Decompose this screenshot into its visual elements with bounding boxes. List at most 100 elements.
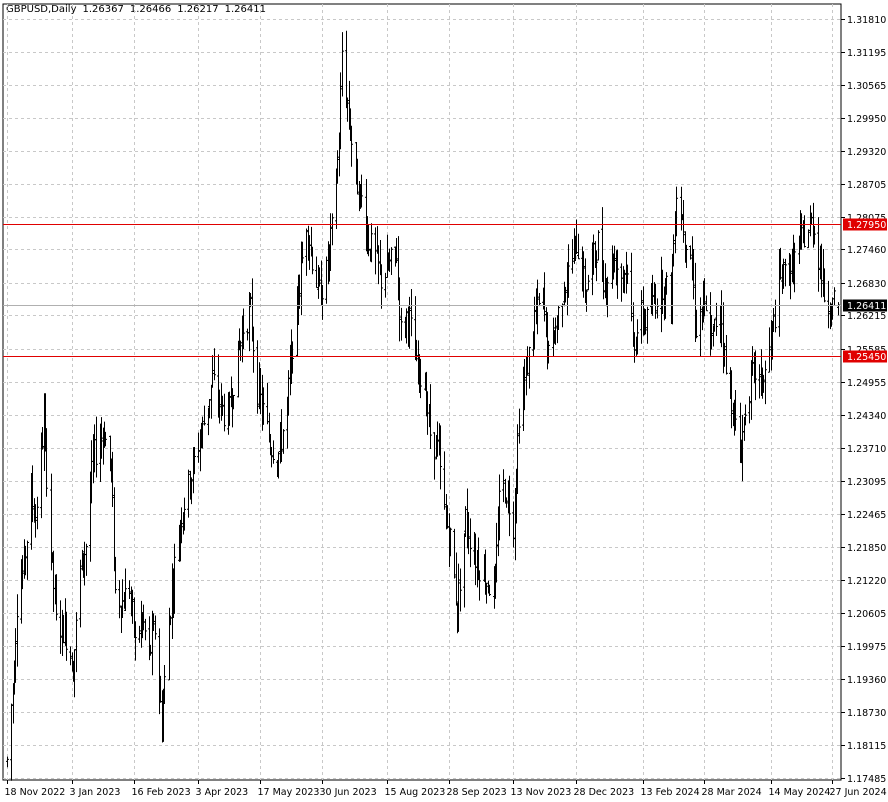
price-bar	[748, 396, 751, 424]
price-bar	[459, 568, 462, 612]
price-bar	[26, 540, 29, 580]
price-bar	[774, 299, 777, 333]
x-tick-label: 28 Dec 2023	[574, 787, 635, 798]
x-tick-label: 14 May 2024	[769, 787, 831, 798]
price-bar	[197, 432, 200, 463]
plot-frame	[2, 3, 842, 781]
x-tick-label: 17 May 2023	[258, 787, 320, 798]
y-tick-label: 1.29950	[847, 114, 886, 125]
price-bar	[16, 594, 19, 667]
price-bar	[464, 506, 467, 537]
y-tick-label: 1.24340	[847, 411, 886, 422]
price-bar	[699, 297, 702, 357]
price-bar	[210, 384, 213, 419]
price-bar	[538, 292, 541, 307]
price-bar	[138, 625, 141, 643]
price-bar	[768, 327, 771, 373]
price-bar	[682, 200, 685, 243]
price-bar	[345, 30, 348, 109]
price-bar	[305, 228, 308, 276]
y-tick-label: 1.22465	[847, 510, 886, 521]
y-tick-label: 1.26830	[847, 279, 886, 290]
price-bar	[154, 615, 157, 640]
price-bar	[85, 543, 88, 576]
price-bar	[807, 229, 810, 249]
price-bar	[455, 552, 458, 606]
price-bar	[443, 451, 446, 510]
price-bar	[640, 290, 643, 344]
y-tick-label: 1.18730	[847, 708, 886, 719]
price-bar	[95, 416, 98, 478]
y-tick-label: 1.18115	[847, 741, 886, 752]
price-bar	[463, 533, 466, 608]
y-tick-label: 1.31195	[847, 48, 886, 59]
price-bar	[331, 213, 334, 246]
price-bar	[502, 469, 505, 503]
price-bar	[10, 703, 13, 781]
price-bar	[400, 307, 403, 341]
price-bar	[246, 328, 249, 341]
price-bar	[577, 233, 580, 260]
x-tick-label: 16 Feb 2023	[132, 787, 191, 798]
x-tick-label: 27 Jun 2024	[830, 787, 887, 798]
price-bar	[453, 528, 456, 579]
price-bar	[266, 383, 269, 425]
price-bar	[384, 272, 387, 298]
y-tick-label: 1.28705	[847, 180, 886, 191]
price-bar	[272, 440, 275, 464]
y-tick-label: 1.20605	[847, 609, 886, 620]
price-bar	[528, 346, 531, 389]
y-tick-label: 1.30565	[847, 81, 886, 92]
level-price-label: 1.25450	[847, 352, 886, 363]
price-bar	[433, 432, 436, 480]
price-bar	[620, 263, 623, 302]
price-bar	[325, 256, 328, 304]
price-bar	[833, 287, 836, 306]
price-bar	[630, 252, 633, 322]
price-bar	[6, 756, 9, 768]
y-tick-label: 1.23710	[847, 444, 886, 455]
price-bar	[689, 245, 692, 260]
price-bar	[187, 469, 190, 518]
price-bar	[282, 429, 285, 454]
price-bar	[837, 302, 840, 316]
y-tick-label: 1.29320	[847, 147, 886, 158]
price-bar	[79, 559, 82, 628]
price-bar	[83, 541, 86, 586]
y-tick-label: 1.17485	[847, 774, 886, 785]
x-tick-label: 13 Nov 2023	[511, 787, 572, 798]
price-bar	[469, 518, 472, 568]
price-bar	[410, 289, 413, 337]
price-bar	[817, 217, 820, 292]
y-tick-label: 1.31810	[847, 15, 886, 26]
price-bar	[758, 364, 761, 399]
price-bar	[315, 256, 318, 288]
price-chart[interactable]: 1.31810 1.31195 1.30565 1.29950 1.29320 1.287…	[0, 0, 888, 802]
price-bar	[827, 280, 830, 329]
price-bar	[680, 186, 683, 231]
price-bar	[597, 230, 600, 261]
price-bar	[213, 348, 216, 381]
price-bar	[118, 580, 121, 619]
price-bar	[128, 580, 131, 600]
level-price-label: 1.27950	[847, 220, 886, 231]
price-bar	[512, 501, 515, 548]
price-bar	[587, 274, 590, 291]
x-tick-label: 3 Jan 2023	[70, 787, 121, 798]
price-bar	[725, 335, 728, 375]
x-tick-label: 28 Sep 2023	[447, 787, 507, 798]
y-tick-label: 1.21850	[847, 543, 886, 554]
price-bar	[518, 408, 521, 444]
price-bar	[144, 618, 147, 641]
y-tick-label: 1.19360	[847, 675, 886, 686]
chart-container: GBPUSD,Daily 1.26367 1.26466 1.26217 1.26411…	[0, 0, 888, 802]
x-tick-label: 30 Jun 2023	[320, 787, 377, 798]
price-bar	[36, 496, 39, 530]
price-bar	[59, 600, 62, 654]
y-tick-label: 1.19975	[847, 642, 886, 653]
y-tick-label: 1.24955	[847, 378, 886, 389]
y-tick-label: 1.21220	[847, 576, 886, 587]
price-bar	[75, 612, 78, 673]
price-bar	[646, 306, 649, 344]
price-bar	[341, 32, 344, 97]
